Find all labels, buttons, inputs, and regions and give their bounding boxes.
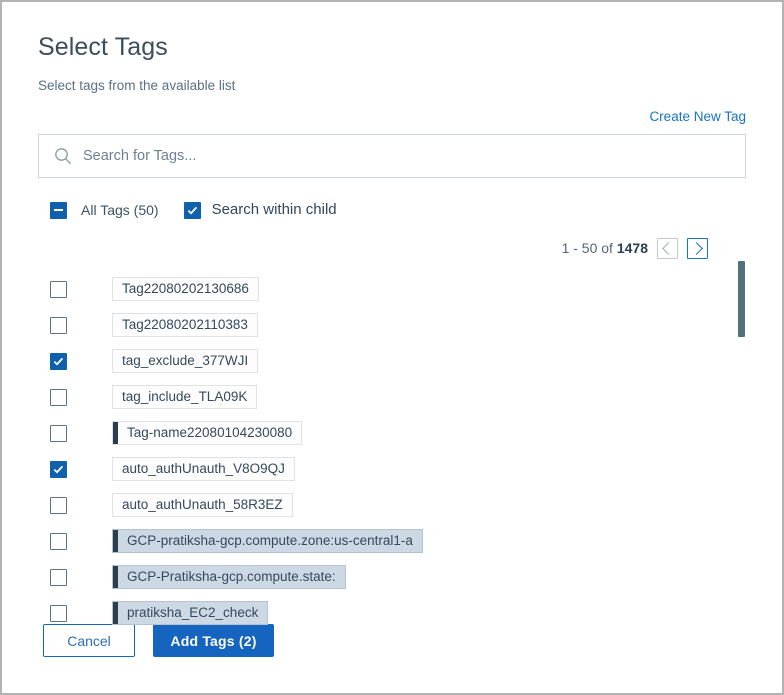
pagination: 1 - 50 of 1478 bbox=[38, 219, 746, 259]
pagination-range: 1 - 50 of 1478 bbox=[562, 240, 648, 257]
create-tag-row: Create New Tag bbox=[38, 94, 746, 125]
tag-chip[interactable]: auto_authUnauth_58R3EZ bbox=[112, 493, 293, 517]
tag-list-scrollbar-thumb[interactable] bbox=[738, 261, 745, 337]
tag-label: Tag22080202130686 bbox=[122, 281, 249, 296]
tag-chip[interactable]: pratiksha_EC2_check bbox=[112, 601, 269, 625]
tag-label: Tag-name22080104230080 bbox=[127, 425, 293, 440]
tag-checkbox[interactable] bbox=[50, 280, 67, 298]
tag-row: pratiksha_EC2_check bbox=[38, 595, 746, 631]
tag-row: tag_exclude_377WJI bbox=[38, 343, 746, 379]
tag-label: GCP-Pratiksha-gcp.compute.state: bbox=[127, 569, 336, 584]
tag-chip[interactable]: auto_authUnauth_V8O9QJ bbox=[112, 457, 295, 481]
search-input[interactable] bbox=[83, 144, 745, 168]
tag-row: GCP-pratiksha-gcp.compute.zone:us-centra… bbox=[38, 523, 746, 559]
tag-row: tag_include_TLA09K bbox=[38, 379, 746, 415]
tag-checkbox[interactable] bbox=[50, 496, 67, 514]
filters-row: All Tags (50) Search within child bbox=[38, 178, 746, 219]
tag-list-scrollbar[interactable] bbox=[738, 259, 746, 611]
tag-checkbox[interactable] bbox=[50, 316, 67, 334]
pagination-prev-button[interactable] bbox=[657, 238, 678, 259]
tag-checkbox[interactable] bbox=[50, 532, 67, 550]
tag-label: auto_authUnauth_58R3EZ bbox=[122, 497, 283, 512]
page-title: Select Tags bbox=[38, 33, 168, 61]
tag-label: GCP-pratiksha-gcp.compute.zone:us-centra… bbox=[127, 533, 413, 548]
tag-chip[interactable]: tag_include_TLA09K bbox=[112, 385, 258, 409]
tag-checkbox[interactable] bbox=[50, 388, 67, 406]
pagination-range-text: 1 - 50 of bbox=[561, 240, 613, 256]
tag-chip[interactable]: GCP-Pratiksha-gcp.compute.state: bbox=[112, 565, 346, 589]
pagination-total: 1478 bbox=[616, 240, 648, 256]
tag-checkbox[interactable] bbox=[50, 568, 67, 586]
page-subtitle: Select tags from the available list bbox=[38, 78, 236, 93]
tag-row: Tag22080202130686 bbox=[38, 271, 746, 307]
search-within-child-checkbox[interactable] bbox=[183, 201, 201, 219]
tag-chip[interactable]: Tag22080202110383 bbox=[112, 313, 258, 337]
tag-label: tag_include_TLA09K bbox=[122, 389, 248, 404]
tag-rows: Tag22080202130686 Tag22080202110383 tag_ex… bbox=[38, 271, 746, 631]
tag-chip[interactable]: Tag22080202130686 bbox=[112, 277, 259, 301]
create-new-tag-link[interactable]: Create New Tag bbox=[649, 109, 746, 125]
tag-row: auto_authUnauth_58R3EZ bbox=[38, 487, 746, 523]
tag-row: auto_authUnauth_V8O9QJ bbox=[38, 451, 746, 487]
chevron-right-icon bbox=[690, 242, 703, 255]
tag-chip[interactable]: GCP-pratiksha-gcp.compute.zone:us-centra… bbox=[112, 529, 423, 553]
tag-row: GCP-Pratiksha-gcp.compute.state: bbox=[38, 559, 746, 595]
search-within-child-control[interactable]: Search within child bbox=[183, 201, 337, 219]
pagination-next-button[interactable] bbox=[687, 238, 708, 259]
all-tags-label: All Tags (50) bbox=[81, 201, 159, 218]
tag-label: auto_authUnauth_V8O9QJ bbox=[122, 461, 285, 476]
tag-list: Tag22080202130686 Tag22080202110383 tag_ex… bbox=[38, 259, 746, 625]
tag-checkbox[interactable] bbox=[50, 460, 67, 478]
search-within-child-label: Search within child bbox=[211, 201, 337, 218]
tag-row: Tag22080202110383 bbox=[38, 307, 746, 343]
tag-label: pratiksha_EC2_check bbox=[127, 605, 259, 620]
tag-label: Tag22080202110383 bbox=[122, 317, 248, 332]
tag-chip[interactable]: Tag-name22080104230080 bbox=[112, 421, 303, 445]
search-box[interactable] bbox=[38, 134, 746, 178]
dialog-frame: Select Tags Select tags from the availab… bbox=[0, 0, 784, 695]
search-icon bbox=[55, 148, 71, 165]
tag-checkbox[interactable] bbox=[50, 424, 67, 442]
chevron-left-icon bbox=[662, 242, 675, 255]
tag-chip[interactable]: tag_exclude_377WJI bbox=[112, 349, 259, 373]
tag-row: Tag-name22080104230080 bbox=[38, 415, 746, 451]
tag-checkbox[interactable] bbox=[50, 604, 67, 622]
select-tags-dialog: Select Tags Select tags from the availab… bbox=[2, 2, 782, 693]
all-tags-checkbox[interactable] bbox=[50, 201, 67, 219]
tag-label: tag_exclude_377WJI bbox=[122, 353, 249, 368]
tag-checkbox[interactable] bbox=[50, 352, 67, 370]
